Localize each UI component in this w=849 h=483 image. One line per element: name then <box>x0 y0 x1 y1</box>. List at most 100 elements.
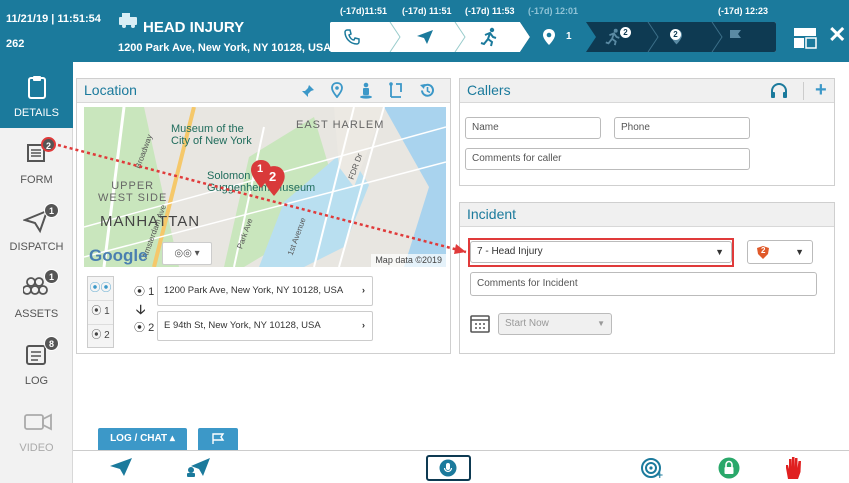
lock-icon[interactable] <box>718 457 740 479</box>
header-bar: 11/21/19 | 11:51:54 262 HEAD INJURY 1200… <box>0 0 849 62</box>
map-label-upper-west: UPPER WEST SIDE <box>98 180 167 204</box>
route-icon[interactable] <box>388 82 404 99</box>
location-pin-icon[interactable] <box>542 28 556 46</box>
sidebar-label-form: FORM <box>20 174 53 186</box>
microphone-icon <box>439 459 457 477</box>
start-time-value: Start Now <box>505 318 549 329</box>
calendar-icon[interactable] <box>470 313 490 333</box>
sidebar-item-details[interactable]: DETAILS <box>0 62 73 128</box>
map-label-museum-2: City of New York <box>171 135 252 147</box>
log-chat-label: LOG / CHAT <box>110 433 168 444</box>
add-caller-button[interactable]: + <box>815 79 827 102</box>
chevron-right-icon: › <box>361 285 365 296</box>
map-label-museum-1: Museum of the <box>171 123 244 135</box>
address-row-2[interactable]: E 94th St, New York, NY 10128, USA › <box>157 311 373 341</box>
target-add-icon[interactable]: + <box>640 456 664 480</box>
sidebar-label-video: VIDEO <box>19 442 54 454</box>
incident-header: Incident <box>460 203 834 227</box>
incident-number: 262 <box>6 38 25 50</box>
map-marker-2-label: 2 <box>269 169 277 184</box>
pin-filter-1[interactable]: ⦿ 1 <box>88 301 113 325</box>
header-date: 11/21/19 <box>6 13 49 25</box>
priority-value: 2 <box>761 246 766 255</box>
address-1-text: 1200 Park Ave, New York, NY 10128, USA <box>164 285 344 296</box>
incident-comments-input[interactable]: Comments for Incident <box>470 272 817 296</box>
sidebar-item-video[interactable]: VIDEO <box>0 397 73 463</box>
close-icon[interactable]: ✕ <box>828 24 846 46</box>
flag-tab[interactable] <box>198 428 238 450</box>
header-time: 11:51:54 <box>57 13 101 25</box>
map-data-credit: Map data ©2019 <box>371 254 446 267</box>
map-label-westside: WEST SIDE <box>98 192 168 204</box>
map-view[interactable]: Museum of the City of New York EAST HARLE… <box>84 107 446 267</box>
incident-type-title: HEAD INJURY <box>143 19 245 36</box>
dispatch-badge: 1 <box>44 203 59 218</box>
caret-down-icon: ▼ <box>597 319 605 328</box>
sidebar-label-details: DETAILS <box>13 107 60 119</box>
phone-icon[interactable] <box>344 29 360 45</box>
caller-comments-input[interactable]: Comments for caller <box>465 148 750 170</box>
sidebar-item-form[interactable]: 2 FORM <box>0 129 73 195</box>
pin-filter-1-number: 1 <box>104 306 110 317</box>
step-time-4: (-17d) 12:01 <box>528 6 579 16</box>
location-list-toolbar: ⦿⦿ ⦿ 1 ⦿ 2 <box>87 276 114 348</box>
header-datetime: 11/21/19 | 11:51:54 <box>6 13 101 25</box>
chevron-right-icon: › <box>361 320 365 331</box>
start-time-select[interactable]: Start Now ▼ <box>498 313 612 335</box>
sidebar-item-assets[interactable]: 1 ASSETS <box>0 263 73 329</box>
step-badge-1: 1 <box>566 31 572 42</box>
sidebar-item-dispatch[interactable]: 1 DISPATCH <box>0 196 73 262</box>
incident-title: Incident <box>467 206 517 222</box>
sidebar-item-log[interactable]: 8 LOG <box>0 330 73 396</box>
dispatch-person-icon[interactable] <box>185 456 211 478</box>
step-badge-3: 2 <box>670 29 681 40</box>
history-icon[interactable] <box>419 82 436 99</box>
sidebar: DETAILS 2 FORM 1 DISPATCH 1 ASSETS 8 LOG… <box>0 62 73 483</box>
step-time-2: (-17d) 11:51 <box>402 6 452 16</box>
caller-phone-input[interactable]: Phone <box>614 117 750 139</box>
step-time-1: (-17d)11:51 <box>340 6 388 16</box>
clipboard-icon <box>28 76 46 99</box>
flag-dim-icon[interactable] <box>728 28 744 46</box>
sidebar-label-log: LOG <box>24 375 49 387</box>
stop-hand-icon[interactable] <box>783 455 805 481</box>
location-header: Location <box>77 79 450 103</box>
step-time-5: (-17d) 12:23 <box>718 6 769 16</box>
address-row-1[interactable]: 1200 Park Ave, New York, NY 10128, USA › <box>157 276 373 306</box>
all-pins-icon[interactable]: ⦿⦿ <box>88 277 113 301</box>
map-layer-toggle[interactable]: ◎◎ ▾ <box>162 242 212 265</box>
svg-text:+: + <box>656 471 664 480</box>
callers-title: Callers <box>467 82 511 98</box>
map-pin-icon[interactable] <box>331 82 343 98</box>
location-panel: Location Museum of the City of New York E… <box>76 78 451 354</box>
pin-filter-2[interactable]: ⦿ 2 <box>88 325 113 347</box>
caret-down-icon: ▼ <box>795 247 804 257</box>
assets-badge: 1 <box>44 269 59 284</box>
microphone-button[interactable] <box>426 455 471 481</box>
workflow-steps: 1 2 2 <box>330 22 776 52</box>
sidebar-label-assets: ASSETS <box>14 308 59 320</box>
log-badge: 8 <box>44 336 59 351</box>
paper-plane-icon[interactable] <box>416 29 434 45</box>
log-chat-tab[interactable]: LOG / CHAT ▴ <box>98 428 187 450</box>
google-logo: Google <box>89 246 148 265</box>
form-badge: 2 <box>41 137 56 152</box>
pushpin-icon[interactable] <box>301 84 315 98</box>
priority-select[interactable]: 2 ▼ <box>747 240 813 264</box>
running-icon[interactable] <box>480 27 498 47</box>
pin-filter-2-number: 2 <box>104 330 110 341</box>
step-badge-2: 2 <box>620 27 631 38</box>
street-view-icon[interactable] <box>359 82 373 99</box>
callers-header: Callers + <box>460 79 834 103</box>
headset-icon[interactable] <box>770 83 788 100</box>
address-1-index: 1 <box>148 286 155 298</box>
callers-panel: Callers + Name Phone Comments for caller <box>459 78 835 186</box>
send-icon[interactable] <box>109 457 133 477</box>
caller-name-input[interactable]: Name <box>465 117 601 139</box>
bottom-action-bar: + <box>73 450 849 483</box>
annotation-highlight-box <box>468 238 734 267</box>
step-time-3: (-17d) 11:53 <box>465 6 515 16</box>
layout-toggle-icon[interactable] <box>793 27 817 49</box>
address-2-text: E 94th St, New York, NY 10128, USA <box>164 320 321 331</box>
map-label-museum: Museum of the City of New York <box>171 123 252 147</box>
